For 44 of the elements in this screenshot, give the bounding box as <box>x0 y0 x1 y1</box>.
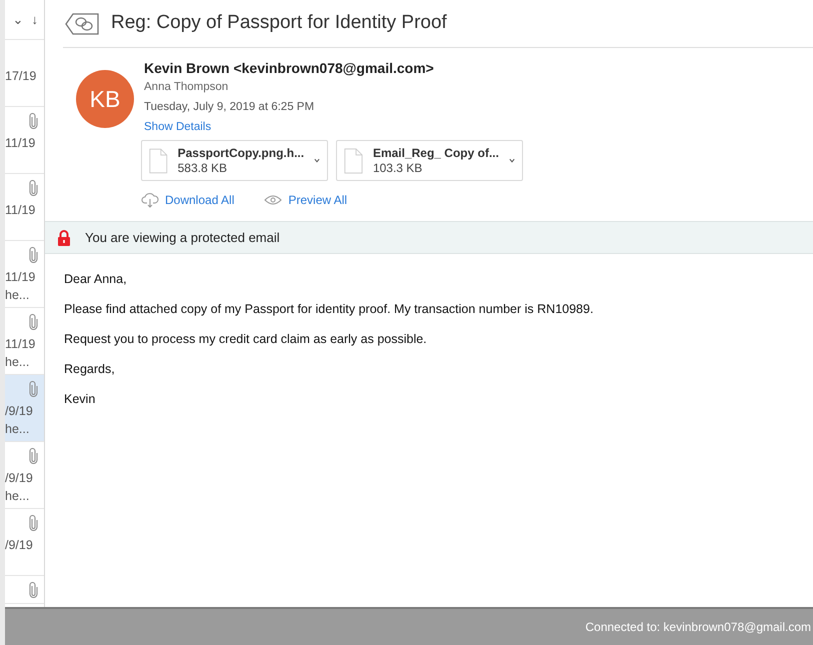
conversation-icon[interactable] <box>65 12 99 34</box>
body-paragraph: Regards, <box>64 361 116 378</box>
protection-notice: You are viewing a protected email <box>85 228 280 247</box>
cloud-download-icon <box>141 192 159 208</box>
message-list-item[interactable]: /9/19 he... <box>5 375 44 442</box>
message-date: 11/19 <box>5 269 36 286</box>
lock-icon <box>57 230 71 246</box>
attachment-name: PassportCopy.png.h... <box>178 146 304 160</box>
attachment-card[interactable]: Email_Reg_ Copy of... 103.3 KB <box>336 140 523 181</box>
message-preview: he... <box>5 287 30 304</box>
sender-name: Kevin Brown <kevinbrown078@gmail.com> <box>144 59 435 78</box>
body-paragraph: Dear Anna, <box>64 271 128 288</box>
document-icon <box>149 146 168 176</box>
attachment-size: 583.8 KB <box>178 160 228 176</box>
message-preview: he... <box>5 354 30 371</box>
message-preview: he... <box>5 421 30 438</box>
email-subject: Reg: Copy of Passport for Identity Proof <box>111 11 447 36</box>
sent-date: Tuesday, July 9, 2019 at 6:25 PM <box>144 100 316 115</box>
connection-status: Connected to: kevinbrown078@gmail.com <box>585 619 811 636</box>
sort-dropdown[interactable]: ⌄ <box>12 10 24 30</box>
message-date: /9/19 <box>5 537 33 554</box>
message-date: 11/19 <box>5 336 36 353</box>
attachment-size: 103.3 KB <box>372 160 424 176</box>
body-paragraph: Please find attached copy of my Passport for identity proof. My transaction number is RN10989. <box>64 301 594 318</box>
message-date: 11/19 <box>5 202 36 219</box>
message-preview: he... <box>5 488 30 505</box>
recipient-name: Anna Thompson <box>144 80 230 95</box>
body-paragraph: Request you to process my credit card claim as early as possible. <box>64 331 428 348</box>
sort-direction-button[interactable]: ↓ <box>32 10 38 30</box>
attachment-name: Email_Reg_ Copy of... <box>372 146 499 160</box>
message-date: /9/19 <box>5 403 33 420</box>
eye-icon <box>264 195 282 205</box>
message-date: /9/19 <box>5 470 33 487</box>
message-date: 17/19 <box>5 68 36 85</box>
message-date: 11/19 <box>5 135 36 152</box>
document-icon <box>344 146 363 176</box>
chevron-down-icon[interactable] <box>314 158 320 163</box>
sender-avatar: KB <box>76 70 134 128</box>
download-all-link[interactable]: Download All <box>165 191 234 209</box>
preview-all-link[interactable]: Preview All <box>288 191 348 209</box>
chevron-down-icon[interactable] <box>508 158 515 163</box>
attachment-card[interactable]: PassportCopy.png.h... 583.8 KB <box>141 140 328 181</box>
show-details-link[interactable]: Show Details <box>144 117 212 137</box>
body-paragraph: Kevin <box>64 391 96 408</box>
